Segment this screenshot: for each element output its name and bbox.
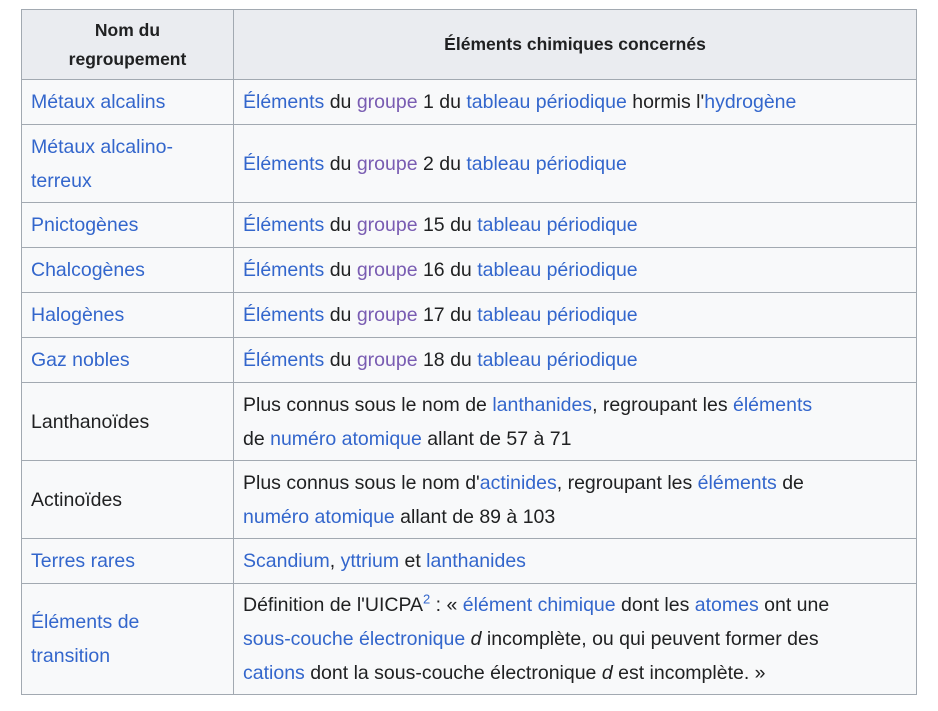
- elements-link[interactable]: Éléments: [243, 304, 324, 326]
- periodic-table-link[interactable]: tableau périodique: [477, 304, 637, 326]
- periodic-table-link[interactable]: tableau périodique: [477, 214, 637, 236]
- chemical-groups-table: Nom du regroupement Éléments chimiques c…: [21, 9, 917, 695]
- groupe-link[interactable]: groupe: [357, 214, 418, 236]
- yttrium-link[interactable]: yttrium: [341, 550, 400, 572]
- table-row: Éléments de transition Définition de l'UI…: [21, 583, 917, 695]
- description-cell: Scandium, yttrium et lanthanides: [233, 538, 917, 584]
- group-name-cell: Lanthanoïdes: [21, 382, 234, 461]
- table-row: Terres rares Scandium, yttrium et lantha…: [21, 538, 917, 584]
- elements-link[interactable]: Éléments: [243, 153, 324, 175]
- table-row: Chalcogènes Éléments du groupe 16 du tab…: [21, 247, 917, 293]
- group-name-cell: Métaux alcalino-terreux: [21, 124, 234, 203]
- periodic-table-link[interactable]: tableau périodique: [466, 91, 626, 113]
- group-name-cell: Pnictogènes: [21, 202, 234, 248]
- elements-link[interactable]: éléments: [698, 472, 777, 494]
- elements-link[interactable]: éléments: [733, 394, 812, 416]
- cations-link[interactable]: cations: [243, 662, 305, 684]
- elements-link[interactable]: Éléments: [243, 91, 324, 113]
- group-name-cell: Éléments de transition: [21, 583, 234, 695]
- chemical-element-link[interactable]: élément chimique: [463, 594, 616, 616]
- header-elements: Éléments chimiques concernés: [233, 9, 917, 80]
- description-cell: Éléments du groupe 2 du tableau périodiq…: [233, 124, 917, 203]
- description-cell: Plus connus sous le nom d'actinides, reg…: [233, 460, 917, 539]
- lanthanides-link[interactable]: lanthanides: [426, 550, 526, 572]
- groupe-link[interactable]: groupe: [357, 259, 418, 281]
- group-name-link[interactable]: Éléments de transition: [31, 611, 139, 667]
- table-row: Gaz nobles Éléments du groupe 18 du tabl…: [21, 337, 917, 383]
- atoms-link[interactable]: atomes: [695, 594, 759, 616]
- electron-subshell-link[interactable]: sous-couche électronique: [243, 628, 465, 650]
- table-row: Lanthanoïdes Plus connus sous le nom de …: [21, 382, 917, 461]
- groupe-link[interactable]: groupe: [357, 91, 418, 113]
- description-cell: Éléments du groupe 18 du tableau périodi…: [233, 337, 917, 383]
- description-cell: Éléments du groupe 1 du tableau périodiq…: [233, 79, 917, 125]
- groupe-link[interactable]: groupe: [357, 349, 418, 371]
- group-name-link[interactable]: Terres rares: [31, 550, 135, 572]
- group-name-link[interactable]: Métaux alcalino-terreux: [31, 136, 173, 192]
- table-row: Métaux alcalino-terreux Éléments du grou…: [21, 124, 917, 203]
- table-row: Pnictogènes Éléments du groupe 15 du tab…: [21, 202, 917, 248]
- table-row: Actinoïdes Plus connus sous le nom d'act…: [21, 460, 917, 539]
- table-row: Métaux alcalins Éléments du groupe 1 du …: [21, 79, 917, 125]
- group-name-cell: Gaz nobles: [21, 337, 234, 383]
- description-cell: Définition de l'UICPA2 : « élément chimi…: [233, 583, 917, 695]
- group-name-link[interactable]: Métaux alcalins: [31, 91, 165, 113]
- group-name-link[interactable]: Chalcogènes: [31, 259, 145, 281]
- group-name-cell: Terres rares: [21, 538, 234, 584]
- actinides-link[interactable]: actinides: [480, 472, 557, 494]
- group-name-cell: Halogènes: [21, 292, 234, 338]
- group-name-cell: Chalcogènes: [21, 247, 234, 293]
- header-group-name: Nom du regroupement: [21, 9, 234, 80]
- elements-link[interactable]: Éléments: [243, 214, 324, 236]
- description-cell: Éléments du groupe 16 du tableau périodi…: [233, 247, 917, 293]
- elements-link[interactable]: Éléments: [243, 349, 324, 371]
- periodic-table-link[interactable]: tableau périodique: [466, 153, 626, 175]
- table-header-row: Nom du regroupement Éléments chimiques c…: [21, 9, 917, 80]
- elements-link[interactable]: Éléments: [243, 259, 324, 281]
- group-name-link[interactable]: Halogènes: [31, 304, 124, 326]
- description-cell: Éléments du groupe 17 du tableau périodi…: [233, 292, 917, 338]
- scandium-link[interactable]: Scandium: [243, 550, 330, 572]
- group-name-link[interactable]: Pnictogènes: [31, 214, 138, 236]
- atomic-number-link[interactable]: numéro atomique: [243, 506, 395, 528]
- description-cell: Éléments du groupe 15 du tableau périodi…: [233, 202, 917, 248]
- groupe-link[interactable]: groupe: [357, 304, 418, 326]
- group-name-cell: Actinoïdes: [21, 460, 234, 539]
- group-name-link[interactable]: Gaz nobles: [31, 349, 130, 371]
- groupe-link[interactable]: groupe: [357, 153, 418, 175]
- group-name-cell: Métaux alcalins: [21, 79, 234, 125]
- atomic-number-link[interactable]: numéro atomique: [270, 428, 422, 450]
- hydrogen-link[interactable]: hydrogène: [704, 91, 796, 113]
- table-row: Halogènes Éléments du groupe 17 du table…: [21, 292, 917, 338]
- periodic-table-link[interactable]: tableau périodique: [477, 259, 637, 281]
- lanthanides-link[interactable]: lanthanides: [492, 394, 592, 416]
- periodic-table-link[interactable]: tableau périodique: [477, 349, 637, 371]
- description-cell: Plus connus sous le nom de lanthanides, …: [233, 382, 917, 461]
